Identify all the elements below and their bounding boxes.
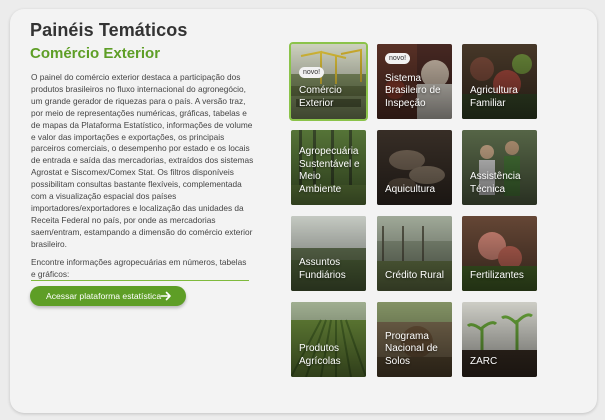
new-badge: novo!	[385, 53, 411, 64]
tile-label: Assistência Técnica	[470, 171, 521, 195]
new-badge: novo!	[299, 67, 325, 78]
arrow-right-icon	[160, 291, 171, 301]
tile-label: ZARC	[470, 355, 498, 367]
tile-label: Fertilizantes	[470, 269, 524, 281]
section-title: Comércio Exterior	[30, 45, 161, 62]
tile-label: Assuntos Fundiários	[299, 257, 346, 281]
tile-label: Agropecuária Sustentável e Meio Ambiente	[299, 146, 360, 195]
tile-label: Produtos Agrícolas	[299, 343, 341, 367]
tile-comercio-exterior[interactable]: novo! Comércio Exterior	[289, 42, 368, 121]
panel-description: O painel do comércio exterior destaca a …	[31, 72, 254, 249]
tile-zarc[interactable]: ZARC	[462, 302, 537, 377]
tile-assuntos-fundiarios[interactable]: Assuntos Fundiários	[291, 216, 366, 291]
find-info-text: Encontre informações agropecuárias em nú…	[31, 257, 247, 279]
tile-fertilizantes[interactable]: Fertilizantes	[462, 216, 537, 291]
tile-label: Agricultura Familiar	[470, 85, 518, 109]
tile-agricultura-familiar[interactable]: Agricultura Familiar	[462, 44, 537, 119]
page-title: Painéis Temáticos	[30, 20, 188, 40]
tile-aquicultura[interactable]: Aquicultura	[377, 130, 452, 205]
tile-assistencia-tecnica[interactable]: Assistência Técnica	[462, 130, 537, 205]
divider	[31, 280, 249, 281]
tile-credito-rural[interactable]: Crédito Rural	[377, 216, 452, 291]
tile-produtos-agricolas[interactable]: Produtos Agrícolas	[291, 302, 366, 377]
access-platform-label: Acessar plataforma estatística	[46, 291, 162, 301]
tile-label: Programa Nacional de Solos	[385, 330, 438, 367]
tile-programa-nacional-solos[interactable]: Programa Nacional de Solos	[377, 302, 452, 377]
tile-label: Crédito Rural	[385, 269, 444, 281]
tile-label: Comércio Exterior	[299, 85, 342, 109]
tile-agropecuaria-sustentavel[interactable]: Agropecuária Sustentável e Meio Ambiente	[291, 130, 366, 205]
tile-label: Aquicultura	[385, 183, 436, 195]
tile-sistema-brasileiro-inspecao[interactable]: novo! Sistema Brasileiro de Inspeção	[377, 44, 452, 119]
access-platform-button[interactable]: Acessar plataforma estatística	[30, 286, 186, 306]
tile-label: Sistema Brasileiro de Inspeção	[385, 72, 441, 109]
